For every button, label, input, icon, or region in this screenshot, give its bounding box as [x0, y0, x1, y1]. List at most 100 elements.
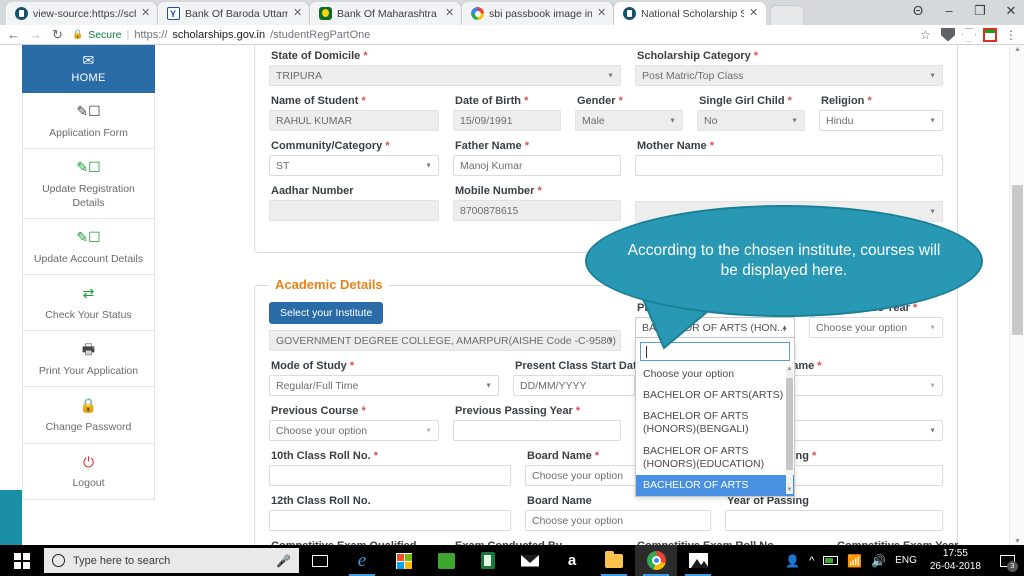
edit-icon: ✎☐	[76, 159, 101, 176]
field-present-class-start-date: Present Class Start Date * DD/MM/YYYY	[513, 360, 650, 396]
sidebar-item-update-registration-details[interactable]: ✎☐ Update Registration Details	[22, 149, 155, 220]
reload-icon[interactable]: ↻	[50, 27, 65, 43]
dropdown-option[interactable]: Choose your option	[636, 364, 794, 385]
close-icon[interactable]: ✕	[597, 8, 607, 19]
sidebar-item-print-your-application[interactable]: 🖶 Print Your Application	[22, 331, 155, 388]
aadhar-number-input[interactable]	[269, 200, 439, 221]
mode-of-study-select[interactable]: Regular/Full Time ▼	[269, 375, 499, 396]
present-class-start-date-input[interactable]: DD/MM/YYYY	[513, 375, 635, 396]
browser-tab-1[interactable]: Y Bank Of Baroda Uttam N ✕	[158, 2, 310, 25]
single-girl-child-select[interactable]: No ▼	[697, 110, 805, 131]
clock[interactable]: 17:55 26-04-2018	[926, 548, 985, 573]
excel-green-icon[interactable]	[425, 545, 467, 576]
scroll-down-icon[interactable]: ▼	[786, 487, 793, 494]
scrollbar-thumb[interactable]	[1012, 185, 1023, 335]
dropdown-scrollbar[interactable]: ▲ ▼	[786, 366, 793, 494]
close-icon[interactable]: ✕	[749, 8, 759, 19]
close-icon[interactable]: ✕	[445, 8, 455, 19]
scrollbar-thumb[interactable]	[786, 378, 793, 470]
microphone-icon[interactable]: 🎤	[276, 554, 291, 568]
minimize-button[interactable]: –	[942, 2, 956, 20]
file-explorer-icon[interactable]	[593, 545, 635, 576]
amazon-icon[interactable]: a	[551, 545, 593, 576]
previous-passing-year-input[interactable]	[453, 420, 621, 441]
browser-tab-4[interactable]: National Scholarship Sch ✕	[614, 2, 766, 25]
menu-icon[interactable]: ⋮	[1004, 28, 1018, 42]
browser-tab-0[interactable]: view-source:https://scho ✕	[6, 2, 158, 25]
volume-icon[interactable]: 🔊	[871, 554, 886, 568]
search-input[interactable]: Type here to search 🎤	[44, 548, 299, 573]
extension-icon[interactable]	[983, 27, 997, 42]
new-tab-button[interactable]	[770, 5, 804, 25]
close-window-button[interactable]: ✕	[1004, 2, 1018, 20]
community-category-select[interactable]: ST ▼	[269, 155, 439, 176]
photos-icon[interactable]	[677, 545, 719, 576]
dropdown-option[interactable]: BACHELOR OF ARTS (HONORS)(BENGALI)	[636, 406, 794, 440]
gender-select[interactable]: Male ▼	[575, 110, 683, 131]
form-row: Previous Course * Choose your option ▼ P…	[255, 405, 957, 441]
field-scholarship-category: Scholarship Category * Post Matric/Top C…	[635, 50, 943, 86]
sidebar-item-application-form[interactable]: ✎☐ Application Form	[22, 93, 155, 150]
religion-select[interactable]: Hindu ▼	[819, 110, 943, 131]
onenote-icon[interactable]	[467, 545, 509, 576]
language-indicator[interactable]: ENG	[895, 555, 917, 566]
notification-center-icon[interactable]: 3	[994, 545, 1020, 576]
shield-icon[interactable]	[941, 27, 955, 42]
store-icon[interactable]	[383, 545, 425, 576]
edit-icon: ✎☐	[76, 229, 101, 246]
previous-course-select[interactable]: Choose your option ▼	[269, 420, 439, 441]
close-icon[interactable]: ✕	[293, 8, 303, 19]
scholarship-category-select[interactable]: Post Matric/Top Class ▼	[635, 65, 943, 86]
sidebar-item-home[interactable]: ✉ HOME	[22, 45, 155, 93]
present-class-year-select[interactable]: Choose your option ▼	[809, 317, 943, 338]
dropdown-option-list[interactable]: Choose your option BACHELOR OF ARTS(ARTS…	[636, 364, 794, 496]
class-10-roll-no-input[interactable]	[269, 465, 511, 486]
date-of-birth-input[interactable]: 15/09/1991	[453, 110, 561, 131]
browser-tab-3[interactable]: sbi passbook image in jp ✕	[462, 2, 614, 25]
chrome-icon[interactable]	[635, 545, 677, 576]
edge-icon[interactable]: e	[341, 545, 383, 576]
address-bar[interactable]: 🔒 Secure | https:// scholarships.gov.in …	[72, 26, 913, 43]
task-view-icon[interactable]	[299, 545, 341, 576]
scroll-down-icon[interactable]: ▼	[1010, 538, 1024, 545]
dropdown-option[interactable]: BACHELOR OF ARTS(ARTS)	[636, 385, 794, 406]
sidebar-item-change-password[interactable]: 🔒 Change Password	[22, 387, 155, 444]
close-icon[interactable]: ✕	[141, 8, 151, 19]
back-icon[interactable]: ←	[6, 27, 21, 42]
hexagon-icon[interactable]	[962, 27, 976, 42]
start-button[interactable]	[0, 545, 44, 576]
mail-icon[interactable]	[509, 545, 551, 576]
field-12th-class-roll-no: 12th Class Roll No.	[269, 495, 511, 531]
mother-name-input[interactable]	[635, 155, 943, 176]
sidebar-item-logout[interactable]: ⏻ Logout	[22, 443, 155, 500]
dropdown-option[interactable]: BACHELOR OF ARTS (HONORS)(EDUCATION)	[636, 441, 794, 475]
name-of-student-input[interactable]: RAHUL KUMAR	[269, 110, 439, 131]
show-hidden-icons-icon[interactable]: ^	[809, 555, 814, 567]
wifi-icon[interactable]: 📶	[847, 554, 862, 568]
dropdown-option-selected[interactable]: BACHELOR OF ARTS	[636, 474, 794, 496]
sidebar-item-check-your-status[interactable]: ⇄ Check Your Status	[22, 275, 155, 332]
father-name-input[interactable]: Manoj Kumar	[453, 155, 621, 176]
institute-select[interactable]: GOVERNMENT DEGREE COLLEGE, AMARPUR(AISHE…	[269, 330, 621, 351]
browser-tab-label: Bank Of Maharashtra De	[337, 7, 440, 20]
page-scrollbar[interactable]: ▲ ▼	[1009, 45, 1024, 546]
people-icon[interactable]: 👤	[785, 554, 800, 568]
state-of-domicile-select[interactable]: TRIPURA ▼	[269, 65, 621, 86]
profile-icon[interactable]: Θ	[911, 2, 925, 20]
year-of-passing-12-input[interactable]	[725, 510, 943, 531]
field-label: 12th Class Roll No.	[271, 495, 371, 507]
scroll-up-icon[interactable]: ▲	[1010, 46, 1024, 53]
star-icon[interactable]: ☆	[920, 28, 934, 42]
sidebar-item-update-account-details[interactable]: ✎☐ Update Account Details	[22, 219, 155, 276]
field-value: RAHUL KUMAR	[276, 114, 353, 127]
clock-time: 17:55	[942, 548, 968, 559]
class-12-roll-no-input[interactable]	[269, 510, 511, 531]
scroll-up-icon[interactable]: ▲	[786, 366, 793, 373]
mobile-number-input[interactable]: 8700878615	[453, 200, 621, 221]
board-name-12-select[interactable]: Choose your option	[525, 510, 711, 531]
field-label: Previous Course *	[271, 405, 366, 417]
maximize-button[interactable]: ❐	[973, 2, 987, 20]
browser-tab-2[interactable]: Bank Of Maharashtra De ✕	[310, 2, 462, 25]
battery-icon[interactable]	[823, 556, 839, 565]
select-your-institute-button[interactable]: Select your Institute	[269, 302, 384, 324]
